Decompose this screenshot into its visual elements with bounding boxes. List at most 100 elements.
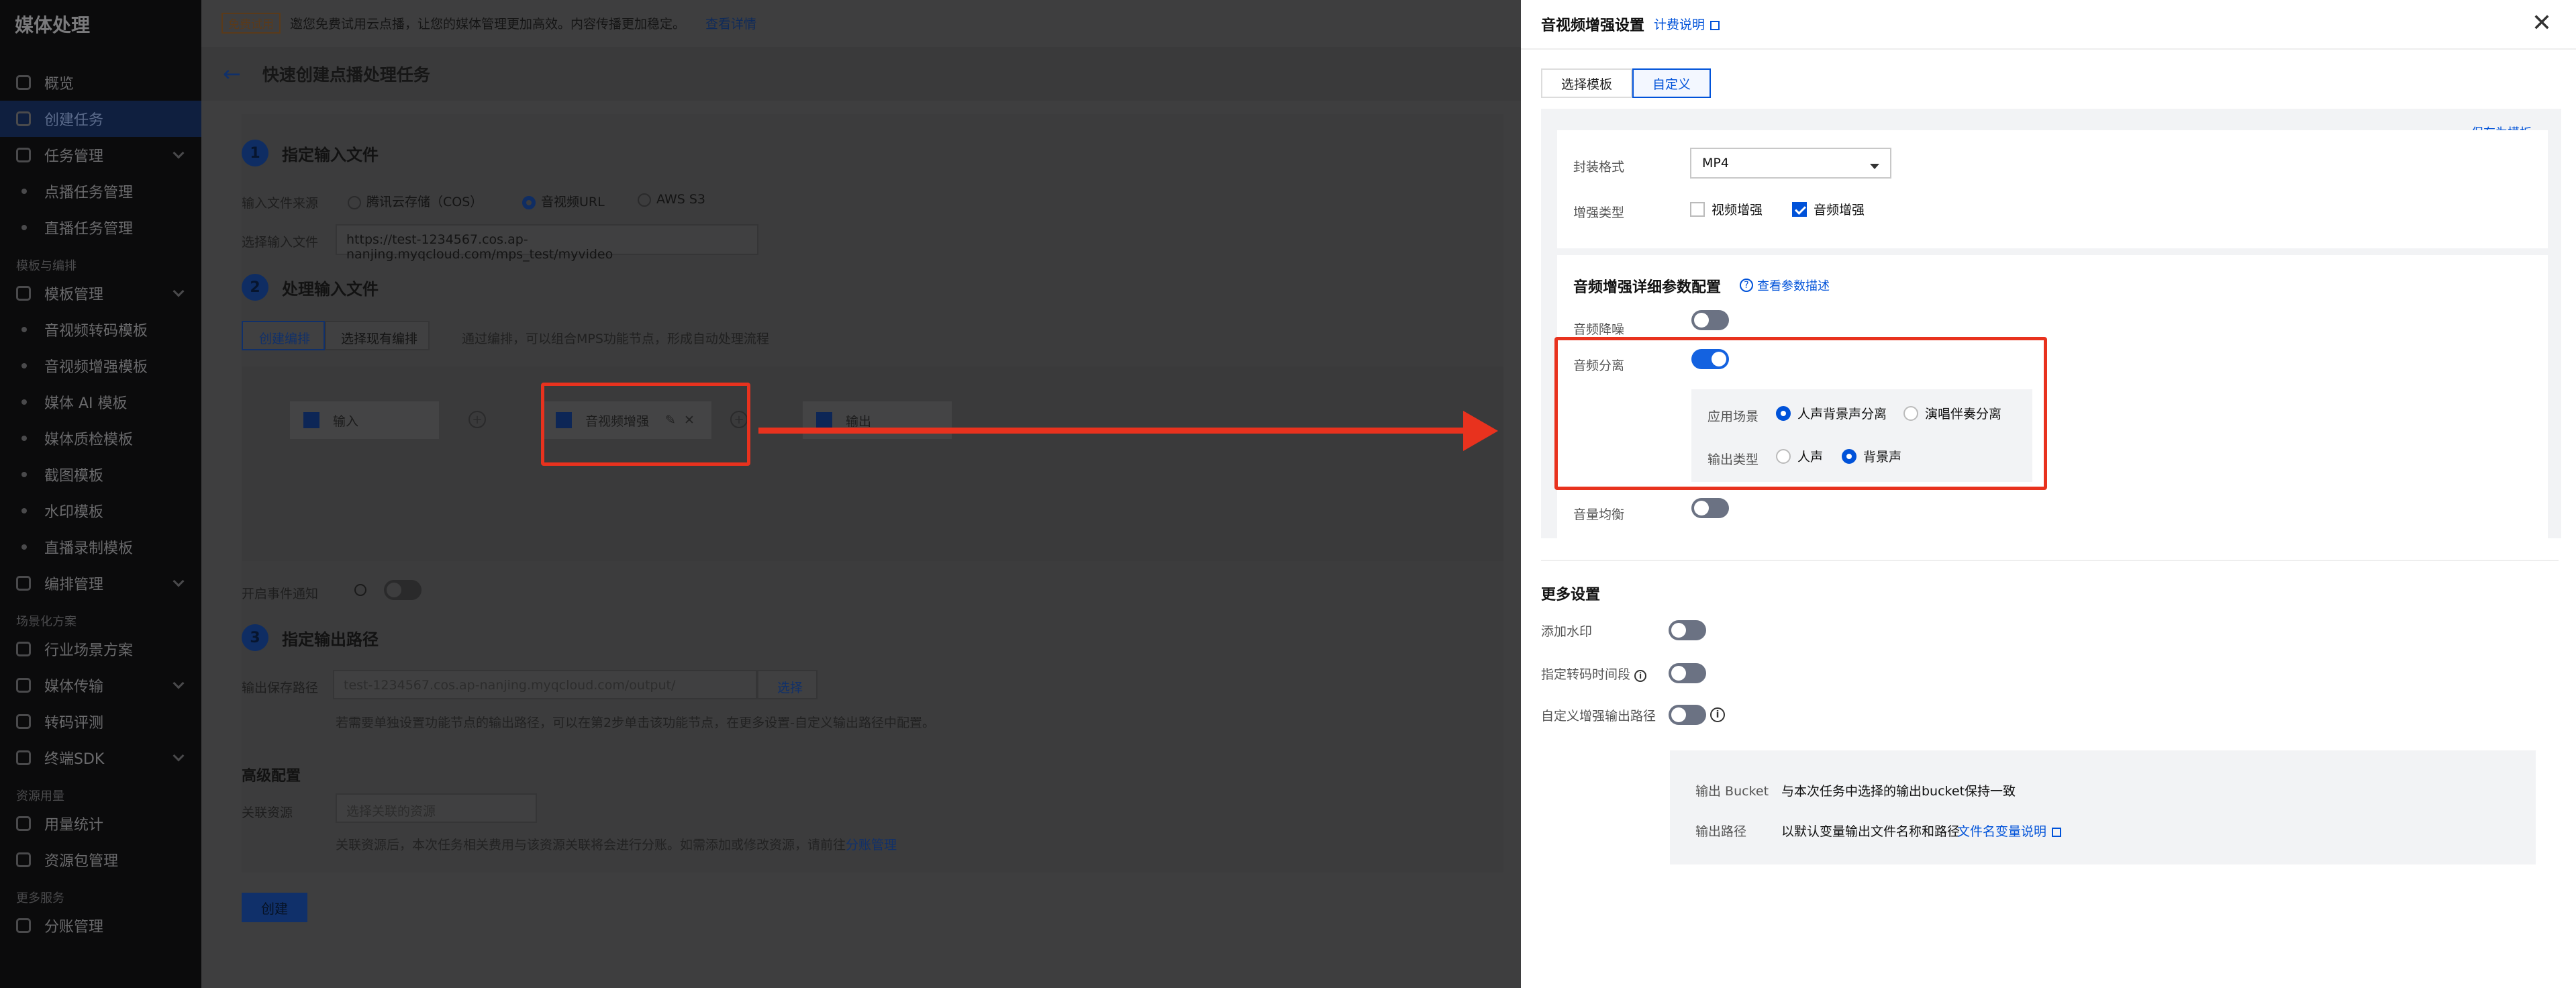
orchestration-hint: 通过编排，可以组合MPS功能节点，形成自动处理流程 — [462, 332, 769, 346]
close-icon[interactable]: ✕ — [2532, 9, 2552, 37]
sidebar-item[interactable]: 直播任务管理 — [0, 209, 201, 246]
billing-split-link[interactable]: 分账管理 — [846, 838, 897, 852]
more-settings-title: 更多设置 — [1541, 587, 1601, 603]
sidebar-item[interactable]: 点播任务管理 — [0, 173, 201, 209]
drawer-title: 音视频增强设置 — [1541, 17, 1645, 34]
divider — [1521, 48, 2576, 50]
sidebar-item[interactable]: 水印模板 — [0, 493, 201, 529]
menu-icon — [16, 286, 31, 301]
menu-icon — [16, 750, 31, 765]
basic-panel: 封装格式 MP4 增强类型 视频增强 音频增强 — [1557, 130, 2548, 248]
create-button[interactable]: 创建 — [242, 893, 307, 922]
billing-link[interactable]: 计费说明 — [1654, 15, 1720, 33]
sidebar-item-label: 直播任务管理 — [44, 221, 134, 238]
external-link-icon — [2052, 827, 2062, 837]
sidebar-item[interactable]: 用量统计 — [0, 805, 201, 842]
resource-select[interactable]: 选择关联的资源 — [336, 793, 537, 823]
event-notify-toggle[interactable] — [384, 580, 422, 600]
time-range-toggle[interactable] — [1669, 663, 1706, 683]
sidebar-item[interactable]: 创建任务 — [0, 101, 201, 137]
sidebar-item[interactable]: 直播录制模板 — [0, 529, 201, 565]
container-label: 封装格式 — [1573, 160, 1625, 175]
sidebar-item[interactable]: 媒体 AI 模板 — [0, 384, 201, 420]
var-doc-link[interactable]: 文件名变量说明 — [1957, 822, 2062, 840]
step-2-header: 2 处理输入文件 — [242, 274, 379, 301]
sidebar-item[interactable]: 模板管理 — [0, 275, 201, 311]
advanced-title: 高级配置 — [242, 768, 301, 785]
sidebar-item-label: 任务管理 — [44, 148, 104, 165]
nav-heading: 更多服务 — [16, 891, 64, 905]
select-path-button[interactable]: 选择 — [757, 670, 818, 699]
add-node-icon[interactable]: + — [468, 411, 486, 428]
sidebar-item-label: 创建任务 — [44, 112, 104, 129]
sidebar-item[interactable]: 分账管理 — [0, 907, 201, 944]
radio-cos[interactable]: 腾讯云存储（COS） — [348, 192, 483, 210]
audio-enhance-checkbox[interactable]: 音频增强 — [1792, 200, 1865, 218]
radio-icon — [522, 195, 536, 209]
sidebar-item[interactable]: 终端SDK — [0, 740, 201, 776]
sidebar-item-label: 媒体传输 — [44, 679, 104, 695]
promo-link[interactable]: 查看详情 — [705, 14, 756, 32]
bullet-icon — [21, 363, 27, 368]
sidebar-item[interactable]: 任务管理 — [0, 137, 201, 173]
enhance-settings-drawer: 音视频增强设置 计费说明 ✕ 选择模板 自定义 保存为模板 封装格式 MP4 增… — [1521, 0, 2576, 988]
bucket-label: 输出 Bucket — [1695, 784, 1769, 799]
tab-create-orchestration[interactable]: 创建编排 — [242, 321, 325, 350]
page-title: 快速创建点播处理任务 — [262, 65, 430, 85]
menu-icon — [16, 576, 31, 591]
chevron-down-icon — [172, 285, 185, 297]
node-output[interactable]: 输出 — [801, 400, 953, 440]
input-file-field[interactable]: https://test-1234567.cos.ap-nanjing.myqc… — [336, 224, 758, 262]
output-path-field[interactable]: test-1234567.cos.ap-nanjing.myqcloud.com… — [333, 670, 757, 699]
menu-icon — [16, 148, 31, 162]
sidebar-item[interactable]: 音视频转码模板 — [0, 311, 201, 348]
watermark-toggle[interactable] — [1669, 620, 1706, 640]
sidebar-item[interactable]: 媒体传输 — [0, 667, 201, 703]
sidebar-item[interactable]: 转码评测 — [0, 703, 201, 740]
custom-path-toggle[interactable] — [1669, 705, 1706, 725]
output-node-icon — [816, 412, 832, 428]
nav-heading: 模板与编排 — [16, 259, 77, 273]
chevron-down-icon — [172, 677, 185, 689]
highlight-box — [541, 383, 750, 466]
nav-heading: 场景化方案 — [16, 615, 77, 629]
view-params-link[interactable]: ? 查看参数描述 — [1740, 277, 1830, 294]
container-select[interactable]: MP4 — [1690, 148, 1891, 179]
denoise-toggle[interactable] — [1691, 310, 1729, 330]
radio-url[interactable]: 音视频URL — [522, 192, 605, 210]
info-icon — [354, 584, 366, 596]
bucket-value: 与本次任务中选择的输出bucket保持一致 — [1781, 784, 2016, 799]
promo-text: 邀您免费试用云点播，让您的媒体管理更加高效。内容传播更加稳定。 — [290, 16, 686, 32]
tab-custom[interactable]: 自定义 — [1632, 68, 1712, 98]
page-header: ← 快速创建点播处理任务 — [201, 47, 1521, 101]
step-number: 1 — [242, 140, 268, 166]
sidebar-item-label: 媒体 AI 模板 — [44, 395, 128, 412]
sidebar-item[interactable]: 行业场景方案 — [0, 631, 201, 667]
divider — [1541, 560, 2559, 561]
sidebar-item-label: 点播任务管理 — [44, 185, 134, 201]
sidebar-item[interactable]: 资源包管理 — [0, 842, 201, 878]
radio-s3[interactable]: AWS S3 — [638, 192, 705, 207]
highlight-box — [1554, 337, 2047, 490]
tab-select-orchestration[interactable]: 选择现有编排 — [325, 321, 430, 350]
main-content: 免费试用 邀您免费试用云点播，让您的媒体管理更加高效。内容传播更加稳定。 查看详… — [201, 0, 1521, 988]
sidebar-item-label: 音视频增强模板 — [44, 359, 148, 376]
menu-icon — [16, 111, 31, 126]
arrow-shaft — [758, 428, 1483, 434]
sidebar-item-label: 用量统计 — [44, 817, 104, 834]
menu-icon — [16, 852, 31, 867]
video-enhance-checkbox[interactable]: 视频增强 — [1690, 200, 1763, 218]
help-icon: ? — [1740, 279, 1753, 292]
nav-heading: 资源用量 — [16, 789, 64, 803]
volume-toggle[interactable] — [1691, 498, 1729, 518]
sidebar-item[interactable]: 概览 — [0, 64, 201, 101]
sidebar-item[interactable]: 截图模板 — [0, 456, 201, 493]
step-title: 指定输入文件 — [282, 145, 379, 164]
node-input[interactable]: 输入 — [289, 400, 440, 440]
sidebar-item[interactable]: 音视频增强模板 — [0, 348, 201, 384]
sidebar-item[interactable]: 编排管理 — [0, 565, 201, 601]
sidebar-item-label: 编排管理 — [44, 577, 104, 593]
tab-select-template[interactable]: 选择模板 — [1541, 68, 1633, 98]
back-arrow-icon[interactable]: ← — [223, 61, 241, 87]
sidebar-item[interactable]: 媒体质检模板 — [0, 420, 201, 456]
